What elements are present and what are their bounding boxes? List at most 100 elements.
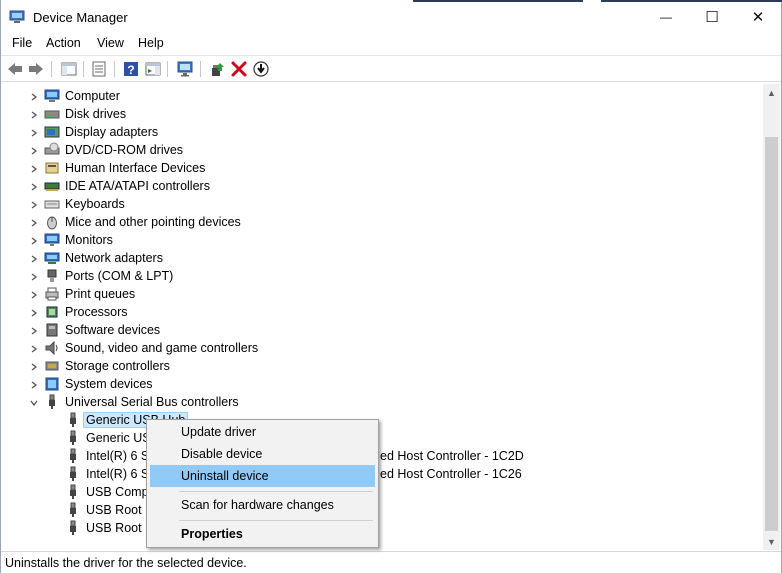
chevron-down-icon[interactable] <box>29 397 39 407</box>
monitor-icon <box>44 233 60 246</box>
device-manager-icon <box>9 10 25 23</box>
ide-controller-icon <box>44 182 60 191</box>
action-pane-icon[interactable] <box>144 60 162 78</box>
disable-device-icon[interactable] <box>252 60 270 78</box>
tree-category[interactable]: Computer <box>44 87 120 105</box>
tree-category[interactable]: Display adapters <box>44 123 158 141</box>
minimize-button[interactable]: — <box>643 2 689 32</box>
chevron-right-icon[interactable] <box>29 163 39 173</box>
tree-category[interactable]: Processors <box>44 303 128 321</box>
tree-category[interactable]: Software devices <box>44 321 160 339</box>
forward-arrow-icon[interactable] <box>27 60 45 78</box>
back-arrow-icon[interactable] <box>6 60 24 78</box>
tree-category[interactable]: Sound, video and game controllers <box>44 339 258 357</box>
toolbar: ? <box>1 55 781 82</box>
tree-category[interactable]: Mice and other pointing devices <box>44 213 241 231</box>
tree-category[interactable]: Keyboards <box>44 195 125 213</box>
network-adapter-icon <box>44 252 60 264</box>
tree-category[interactable]: Human Interface Devices <box>44 159 205 177</box>
menu-bar: File Action View Help <box>1 32 781 54</box>
status-bar: Uninstalls the driver for the selected d… <box>1 551 781 573</box>
sound-icon <box>45 340 58 356</box>
usb-device-label: USB Root H <box>86 503 155 517</box>
chevron-right-icon[interactable] <box>29 181 39 191</box>
tree-category-label: Computer <box>65 89 120 103</box>
maximize-button[interactable]: ☐ <box>689 2 735 32</box>
chevron-right-icon[interactable] <box>29 361 39 371</box>
tree-category[interactable]: System devices <box>44 375 153 393</box>
usb-icon <box>70 466 76 481</box>
ctx-disable-device[interactable]: Disable device <box>150 443 375 465</box>
chevron-right-icon[interactable] <box>29 325 39 335</box>
usb-icon <box>70 448 76 463</box>
tree-category-label: Human Interface Devices <box>65 161 206 175</box>
printer-icon <box>45 287 59 301</box>
usb-device-item[interactable]: USB Root H <box>65 519 154 537</box>
usb-device-item[interactable]: USB Compo <box>65 483 155 501</box>
tree-category[interactable]: Ports (COM & LPT) <box>44 267 173 285</box>
tree-category[interactable]: Network adapters <box>44 249 163 267</box>
chevron-right-icon[interactable] <box>29 271 39 281</box>
vertical-scrollbar[interactable]: ▲ ▼ <box>763 84 780 550</box>
chevron-right-icon[interactable] <box>29 145 39 155</box>
menu-view[interactable]: View <box>97 36 124 50</box>
usb-device-item[interactable]: Generic USB <box>65 429 159 447</box>
usb-device-item[interactable]: Intel(R) 6 Se <box>65 465 156 483</box>
usb-icon <box>70 430 76 445</box>
minimize-icon: — <box>660 10 672 24</box>
tree-category[interactable]: DVD/CD-ROM drives <box>44 141 183 159</box>
uninstall-device-icon[interactable] <box>230 60 248 78</box>
tree-category-label: Network adapters <box>65 251 163 265</box>
tree-category[interactable]: Print queues <box>44 285 135 303</box>
chevron-right-icon[interactable] <box>29 127 39 137</box>
tree-category[interactable]: Disk drives <box>44 105 126 123</box>
menu-help[interactable]: Help <box>138 36 164 50</box>
update-driver-icon[interactable] <box>208 60 226 78</box>
properties-icon[interactable] <box>90 60 108 78</box>
menu-action[interactable]: Action <box>46 36 81 50</box>
device-manager-window: Device Manager — ☐ ✕ File Action View He… <box>0 0 782 573</box>
title-bar: Device Manager — ☐ ✕ <box>1 2 781 32</box>
tree-category-label: Software devices <box>65 323 161 337</box>
usb-device-item[interactable]: USB Root H <box>65 501 154 519</box>
chevron-right-icon[interactable] <box>29 343 39 353</box>
chevron-right-icon[interactable] <box>29 253 39 263</box>
scroll-down-icon[interactable]: ▼ <box>763 533 780 550</box>
show-hide-console-tree-icon[interactable] <box>60 60 78 78</box>
svg-text:?: ? <box>127 63 134 77</box>
menu-file[interactable]: File <box>12 36 32 50</box>
tree-category[interactable]: Monitors <box>44 231 113 249</box>
tree-category[interactable]: Storage controllers <box>44 357 170 375</box>
tree-category[interactable]: IDE ATA/ATAPI controllers <box>44 177 210 195</box>
chevron-right-icon[interactable] <box>29 217 39 227</box>
chevron-right-icon[interactable] <box>29 91 39 101</box>
tree-category-label: DVD/CD-ROM drives <box>65 143 184 157</box>
ctx-scan-hardware[interactable]: Scan for hardware changes <box>150 494 375 516</box>
chevron-right-icon[interactable] <box>29 199 39 209</box>
chevron-right-icon[interactable] <box>29 235 39 245</box>
tree-category[interactable]: Universal Serial Bus controllers <box>44 393 239 411</box>
tree-category-label: Display adapters <box>65 125 159 139</box>
ctx-uninstall-device[interactable]: Uninstall device <box>150 465 375 487</box>
chevron-right-icon[interactable] <box>29 109 39 119</box>
ctx-properties[interactable]: Properties <box>150 523 375 545</box>
scroll-up-icon[interactable]: ▲ <box>763 84 780 101</box>
usb-device-item[interactable]: Intel(R) 6 Se <box>65 447 156 465</box>
close-button[interactable]: ✕ <box>735 2 781 32</box>
tree-category-label: System devices <box>65 377 153 391</box>
scroll-thumb[interactable] <box>765 137 778 531</box>
device-tree[interactable]: Computer Disk drives Display adapters DVD/C… <box>1 84 763 550</box>
close-icon: ✕ <box>751 9 765 26</box>
usb-icon <box>49 394 55 409</box>
ctx-update-driver[interactable]: Update driver <box>150 421 375 443</box>
tree-category-label: Keyboards <box>65 197 125 211</box>
chevron-right-icon[interactable] <box>29 307 39 317</box>
chevron-right-icon[interactable] <box>29 289 39 299</box>
ctx-separator <box>179 520 373 521</box>
hid-icon <box>45 162 59 174</box>
help-icon[interactable]: ? <box>122 60 140 78</box>
chevron-right-icon[interactable] <box>29 379 39 389</box>
tree-category-label: Ports (COM & LPT) <box>65 269 174 283</box>
usb-icon <box>70 412 76 427</box>
scan-monitor-icon[interactable] <box>176 60 194 78</box>
